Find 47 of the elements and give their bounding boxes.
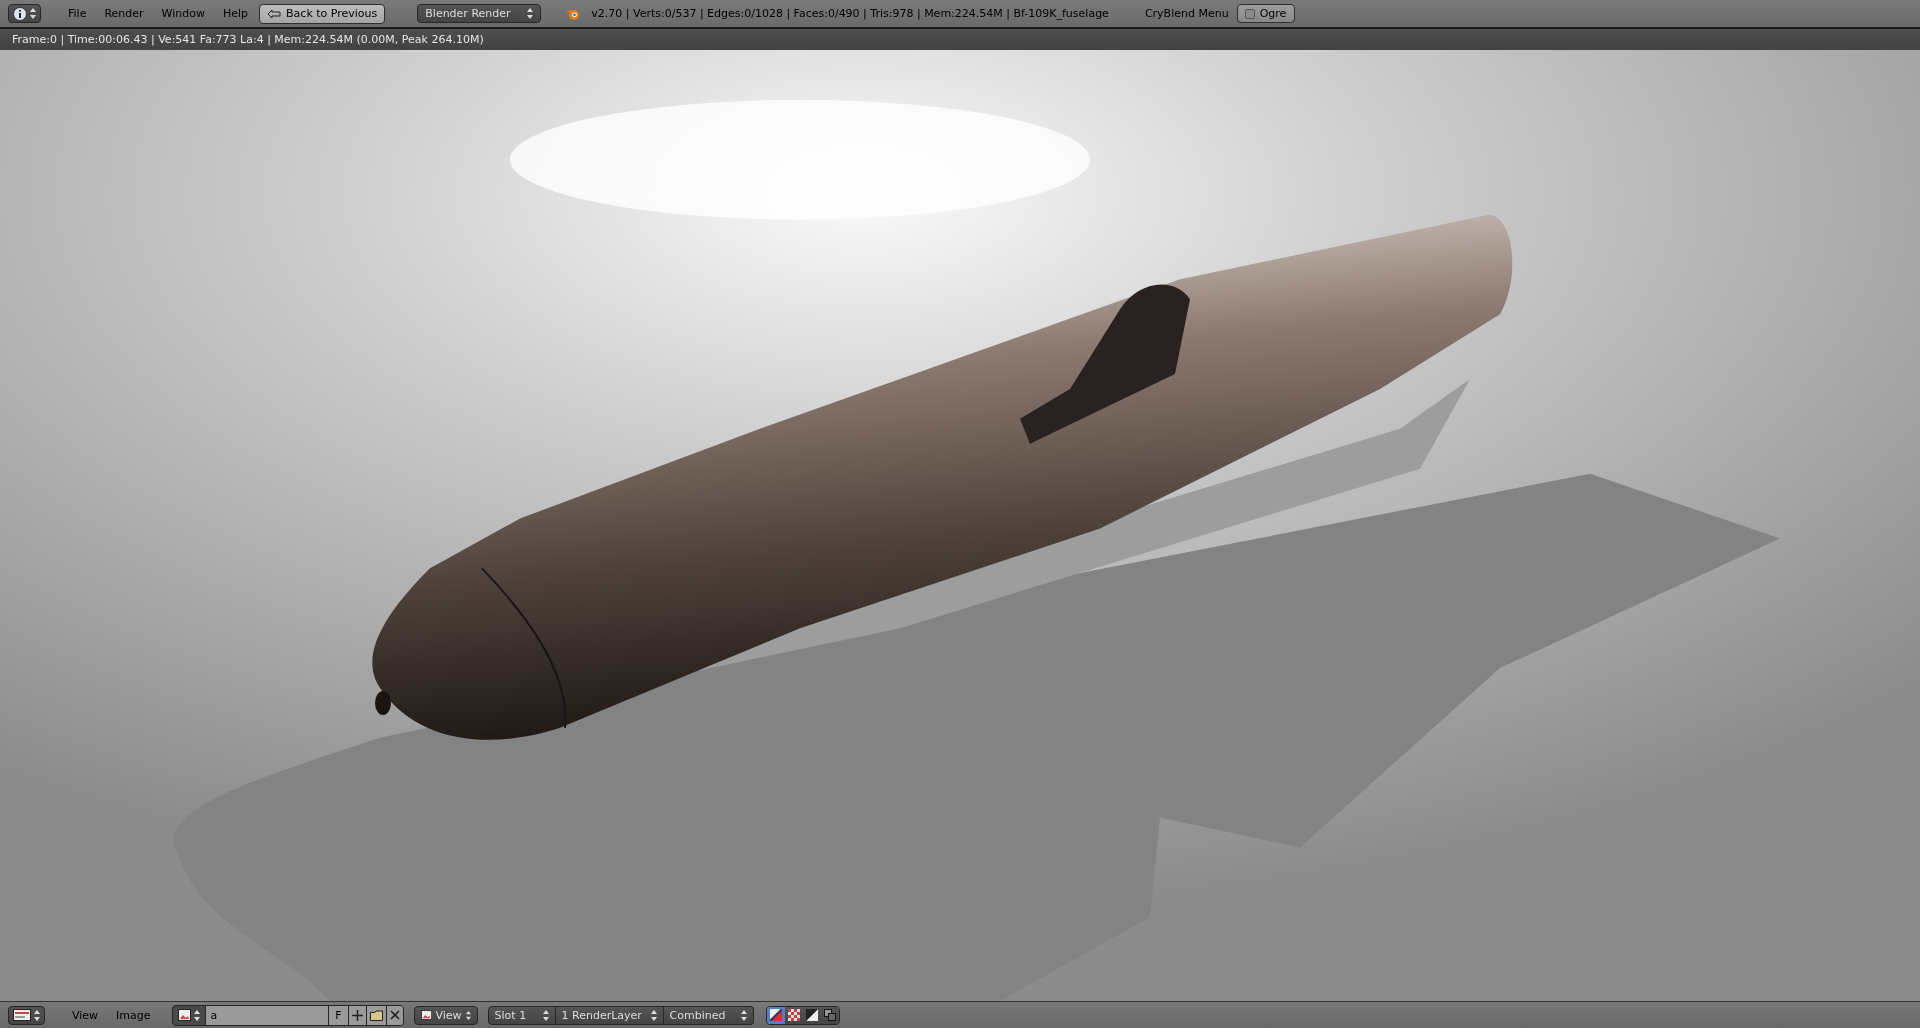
image-icon — [420, 1009, 432, 1021]
close-icon — [389, 1010, 400, 1020]
display-mode-button[interactable] — [802, 1006, 821, 1024]
menu-item[interactable]: Help — [213, 7, 258, 20]
editor-type-button[interactable] — [8, 1005, 45, 1025]
checkbox[interactable] — [1244, 8, 1255, 19]
render-layer-dropdown[interactable]: 1 RenderLayer — [555, 1005, 664, 1025]
ogre-toggle[interactable]: Ogre — [1236, 4, 1295, 23]
up-down-arrows-icon — [34, 1009, 40, 1021]
image-name-field[interactable]: a — [205, 1005, 330, 1025]
up-down-arrows-icon — [650, 1009, 657, 1021]
menu-item[interactable]: View — [63, 1008, 108, 1022]
up-down-arrows-icon — [193, 1009, 200, 1021]
addon-menu-label: CryBlend Menu — [1144, 7, 1229, 20]
slot-dropdown[interactable]: Slot 1 — [487, 1005, 556, 1025]
up-down-arrows-icon — [465, 1009, 471, 1021]
up-down-arrows-icon — [527, 8, 534, 19]
menu-item[interactable]: File — [59, 7, 96, 20]
render-info-text: Frame:0 | Time:00:06.43 | Ve:541 Fa:773 La:4 | Mem:224.54M (0.00M, Peak 264.10M) — [12, 33, 484, 46]
overlay-icon — [823, 1009, 836, 1021]
view-dropdown[interactable]: View — [413, 1005, 478, 1025]
color-alpha-icon — [769, 1009, 782, 1021]
fake-user-button[interactable]: F — [329, 1005, 349, 1025]
checker-icon — [787, 1009, 800, 1021]
display-mode-button[interactable] — [784, 1006, 803, 1024]
menu-item[interactable]: Window — [152, 7, 214, 20]
folder-icon — [369, 1009, 383, 1021]
scene-statistics: v2.70 | Verts:0/537 | Edges:0/1028 | Faces:0/490 | Tris:978 | Mem:224.54M | Bf-109K_fuselage — [591, 7, 1109, 20]
menu-item[interactable]: Image — [107, 1008, 160, 1022]
back-to-previous-button[interactable]: Back to Previous — [259, 3, 386, 24]
menu-item[interactable]: Render — [95, 7, 153, 20]
display-mode-button[interactable] — [766, 1006, 785, 1024]
open-image-button[interactable] — [366, 1005, 387, 1025]
image-browse-field[interactable]: a F — [171, 1004, 404, 1026]
up-down-arrows-icon — [30, 8, 36, 19]
image-icon — [177, 1009, 191, 1021]
plus-icon — [351, 1009, 363, 1021]
image-editor-icon — [13, 1009, 31, 1021]
display-mode-button[interactable] — [820, 1006, 839, 1024]
info-icon — [13, 6, 27, 21]
up-down-arrows-icon — [542, 1009, 549, 1021]
back-icon — [267, 7, 282, 20]
render-engine-dropdown[interactable]: Blender Render — [417, 4, 542, 23]
gradient-icon — [805, 1009, 818, 1021]
editor-type-button[interactable] — [8, 4, 41, 23]
up-down-arrows-icon — [740, 1009, 747, 1021]
render-pass-dropdown[interactable]: Combined — [663, 1005, 754, 1025]
